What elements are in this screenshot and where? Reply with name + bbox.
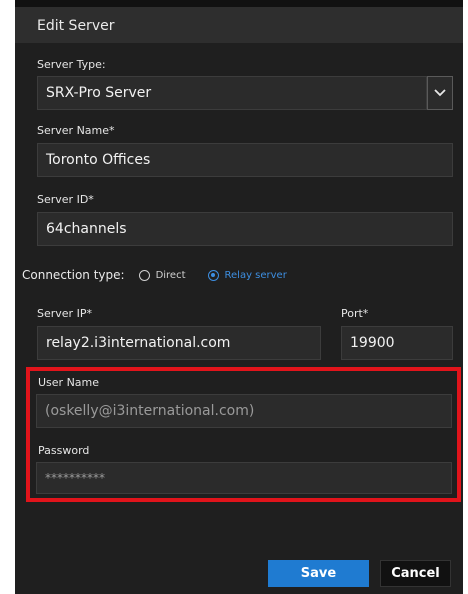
port-label: Port* bbox=[341, 307, 369, 320]
server-type-label: Server Type: bbox=[37, 58, 106, 71]
top-strip bbox=[15, 0, 463, 7]
connection-type-group: Connection type: Direct Relay server bbox=[22, 266, 309, 284]
dialog-titlebar: Edit Server bbox=[15, 7, 463, 43]
server-name-input[interactable]: Toronto Offices bbox=[37, 143, 453, 177]
chevron-down-icon bbox=[434, 89, 446, 97]
server-type-dropdown-button[interactable] bbox=[427, 76, 453, 110]
server-id-input[interactable]: 64channels bbox=[37, 212, 453, 246]
cancel-button[interactable]: Cancel bbox=[380, 560, 451, 587]
port-input[interactable]: 19900 bbox=[341, 326, 453, 360]
radio-direct[interactable] bbox=[138, 269, 150, 281]
radio-relay-server[interactable] bbox=[207, 269, 219, 281]
server-ip-label: Server IP* bbox=[37, 307, 92, 320]
server-type-select[interactable]: SRX-Pro Server bbox=[37, 76, 427, 110]
save-button[interactable]: Save bbox=[268, 560, 369, 587]
highlight-box bbox=[26, 367, 461, 502]
radio-relay-server-label[interactable]: Relay server bbox=[225, 270, 287, 281]
server-ip-input[interactable]: relay2.i3international.com bbox=[37, 326, 321, 360]
server-name-label: Server Name* bbox=[37, 124, 115, 137]
radio-direct-label[interactable]: Direct bbox=[156, 270, 186, 281]
server-id-label: Server ID* bbox=[37, 193, 94, 206]
dialog-title: Edit Server bbox=[37, 18, 115, 34]
connection-type-label: Connection type: bbox=[22, 268, 125, 282]
